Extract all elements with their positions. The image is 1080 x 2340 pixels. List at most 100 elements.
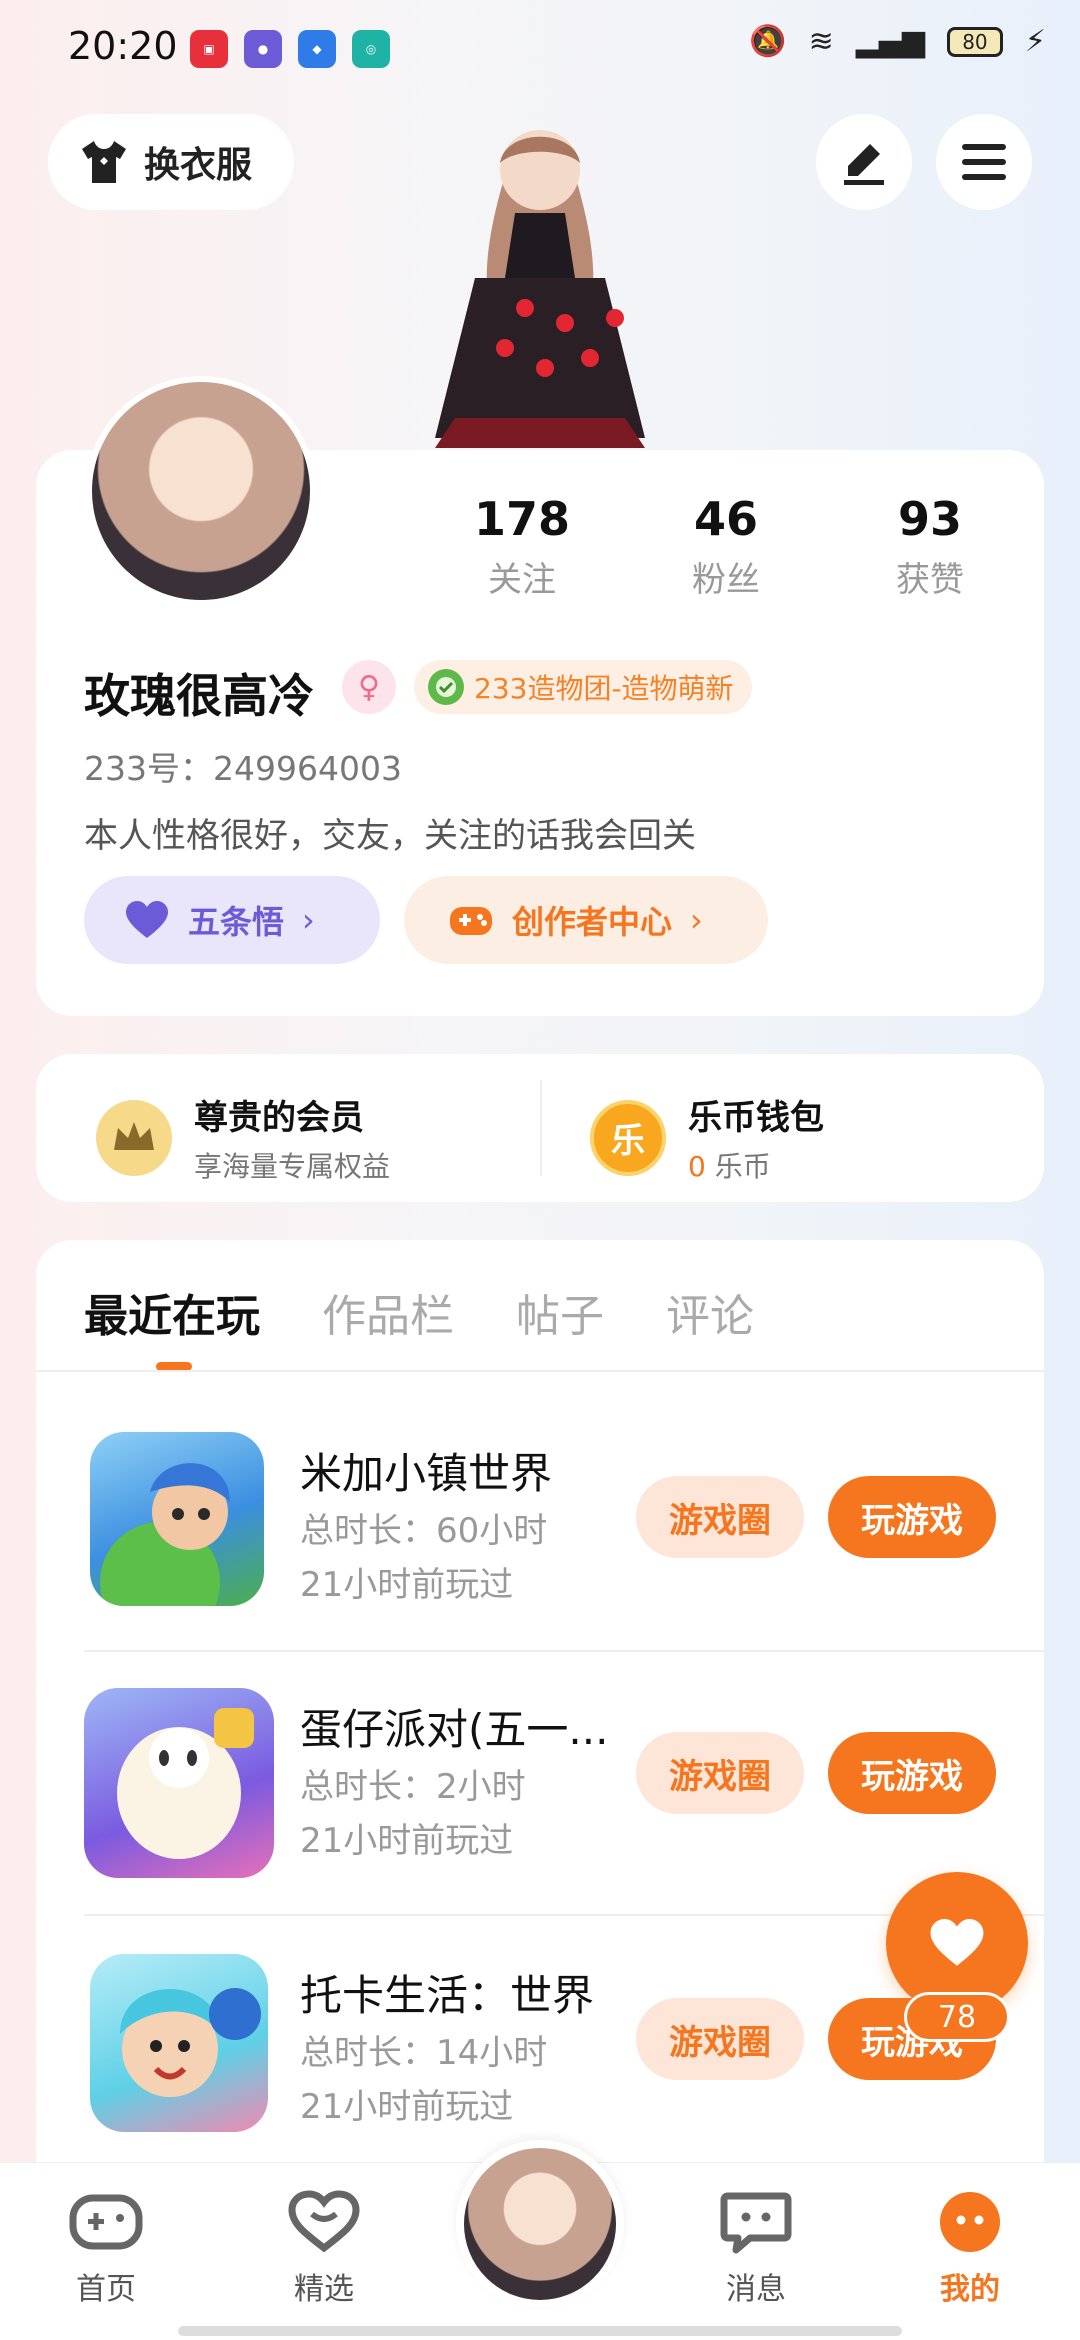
- notification-app-icon: ◆: [298, 30, 336, 68]
- user-id: 233号：249964003: [84, 749, 402, 788]
- nav-center-avatar[interactable]: [456, 2140, 624, 2308]
- play-game-button[interactable]: 玩游戏: [828, 1732, 996, 1814]
- vip-membership-entry[interactable]: 尊贵的会员 享海量专属权益: [96, 1090, 390, 1185]
- nav-mine[interactable]: 我的: [910, 2190, 1030, 2308]
- play-game-button[interactable]: 玩游戏: [828, 1476, 996, 1558]
- stat-label: 粉丝: [692, 560, 760, 600]
- game-title: 蛋仔派对(五一...: [300, 1705, 609, 1754]
- badge-icon: [428, 669, 464, 705]
- game-last-played: 21小时前玩过: [300, 1565, 514, 1605]
- stat-value: 178: [473, 492, 571, 546]
- stat-label: 关注: [488, 560, 556, 600]
- status-bar: 20:20 ▣ ● ◆ ◎ 🔕 ≋ ▂▄▆ 80 ⚡: [0, 0, 1080, 96]
- profile-face-icon: [940, 2192, 1000, 2252]
- wifi-icon: ≋: [808, 24, 834, 59]
- wallet-entry[interactable]: 乐 乐币钱包 0 乐币: [590, 1090, 824, 1185]
- game-last-played: 21小时前玩过: [300, 1821, 514, 1861]
- coin-icon: 乐: [590, 1099, 666, 1176]
- stat-label: 获赞: [896, 560, 964, 600]
- game-duration: 总时长：2小时: [300, 1767, 526, 1807]
- game-title: 米加小镇世界: [300, 1449, 553, 1498]
- message-icon: [720, 2192, 792, 2254]
- menu-icon: [962, 144, 1006, 180]
- battery-icon: 80: [946, 26, 1003, 57]
- charging-icon: ⚡: [1024, 24, 1046, 59]
- nav-label: 我的: [940, 2272, 1000, 2307]
- gamepad-icon: [450, 907, 492, 935]
- game-last-played: 21小时前玩过: [300, 2087, 514, 2127]
- game-meta: 总时长：14小时 21小时前玩过: [300, 2026, 547, 2134]
- female-gender-icon: ♀: [342, 660, 396, 714]
- stat-value: 46: [693, 492, 758, 546]
- edit-button[interactable]: [816, 114, 912, 210]
- nav-featured[interactable]: 精选: [264, 2190, 384, 2308]
- change-outfit-label: 换衣服: [144, 145, 253, 186]
- heart-chat-icon: [288, 2190, 360, 2253]
- tab-comments[interactable]: 评论: [666, 1280, 754, 1344]
- pill-label: 创作者中心: [512, 903, 673, 941]
- game-meta: 总时长：2小时 21小时前玩过: [300, 1760, 526, 1868]
- nav-label: 消息: [726, 2272, 786, 2307]
- avatar-character-figure[interactable]: [415, 118, 665, 448]
- nav-label: 首页: [76, 2272, 136, 2307]
- divider: [540, 1080, 542, 1176]
- game-duration: 总时长：60小时: [300, 1511, 548, 1551]
- stat-value: 93: [897, 492, 962, 546]
- game-icon-toca-life: [90, 1954, 268, 2132]
- game-duration: 总时长：14小时: [300, 2033, 548, 2073]
- wallet-title: 乐币钱包: [688, 1098, 824, 1138]
- mute-icon: 🔕: [749, 24, 787, 59]
- creator-group-badge[interactable]: 233造物团-造物萌新: [414, 660, 752, 714]
- game-row[interactable]: 蛋仔派对(五一... 总时长：2小时 21小时前玩过 游戏圈 玩游戏: [84, 1688, 1044, 1918]
- pill-label: 五条悟: [188, 903, 285, 941]
- notification-app-icon: ●: [244, 30, 282, 68]
- status-indicators: 🔕 ≋ ▂▄▆ 80 ⚡: [749, 24, 1046, 59]
- crown-icon: [96, 1099, 172, 1176]
- change-outfit-button[interactable]: 换衣服: [48, 114, 294, 210]
- notification-app-icon: ▣: [190, 30, 228, 68]
- nav-home[interactable]: 首页: [46, 2190, 166, 2308]
- shirt-icon: [82, 141, 126, 183]
- game-icon-miga: [90, 1432, 264, 1606]
- wallet-unit: 乐币: [714, 1150, 771, 1183]
- heart-icon: [126, 901, 168, 938]
- divider: [84, 1650, 1044, 1652]
- tab-recent-played[interactable]: 最近在玩: [84, 1280, 260, 1344]
- profile-tabs: 最近在玩 作品栏 帖子 评论: [84, 1280, 754, 1344]
- like-count-badge: 78: [904, 1992, 1010, 2042]
- stat-likes[interactable]: 93 获赞: [850, 492, 1010, 601]
- wutiao-wu-link[interactable]: 五条悟 ›: [84, 876, 380, 964]
- wallet-amount: 0: [688, 1150, 706, 1183]
- profile-avatar[interactable]: [86, 376, 316, 606]
- divider: [36, 1370, 1044, 1372]
- vip-title: 尊贵的会员: [194, 1098, 364, 1138]
- notification-app-icon: ◎: [352, 30, 390, 68]
- vip-subtitle: 享海量专属权益: [194, 1150, 391, 1183]
- gamepad-icon: [69, 2194, 143, 2250]
- game-circle-button[interactable]: 游戏圈: [636, 1732, 804, 1814]
- stat-followers[interactable]: 46 粉丝: [646, 492, 806, 601]
- game-meta: 总时长：60小时 21小时前玩过: [300, 1504, 547, 1612]
- user-bio: 本人性格很好，交友，关注的话我会回关: [84, 816, 696, 856]
- heart-icon: [930, 1919, 984, 1966]
- pen-icon: [844, 144, 884, 185]
- stat-following[interactable]: 178 关注: [442, 492, 602, 601]
- nav-messages[interactable]: 消息: [696, 2190, 816, 2308]
- game-icon-eggy-party: [84, 1688, 274, 1878]
- status-time: 20:20: [68, 24, 178, 68]
- game-title: 托卡生活：世界: [300, 1971, 595, 2020]
- game-circle-button[interactable]: 游戏圈: [636, 1998, 804, 2080]
- tab-works[interactable]: 作品栏: [322, 1280, 454, 1344]
- menu-button[interactable]: [936, 114, 1032, 210]
- chevron-right-icon: ›: [302, 901, 315, 939]
- creator-center-link[interactable]: 创作者中心 ›: [404, 876, 768, 964]
- home-indicator: [178, 2326, 902, 2336]
- user-name: 玫瑰很高冷: [84, 669, 314, 723]
- badge-label: 233造物团-造物萌新: [474, 672, 734, 705]
- nav-label: 精选: [294, 2272, 354, 2307]
- chevron-right-icon: ›: [690, 901, 703, 939]
- tab-posts[interactable]: 帖子: [516, 1280, 604, 1344]
- game-row[interactable]: 米加小镇世界 总时长：60小时 21小时前玩过 游戏圈 玩游戏: [84, 1432, 1044, 1662]
- game-circle-button[interactable]: 游戏圈: [636, 1476, 804, 1558]
- signal-icon: ▂▄▆: [855, 24, 925, 59]
